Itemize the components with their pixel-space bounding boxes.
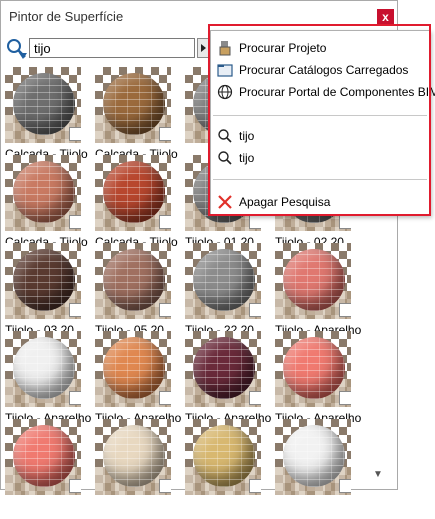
surface-thumbnail [95,243,171,319]
surface-thumbnail [185,243,261,319]
material-sphere [193,249,255,311]
material-sphere [103,337,165,399]
material-sphere [283,249,345,311]
material-sphere [13,425,75,487]
surface-tile[interactable] [185,419,271,519]
thumbnail-badge [69,479,81,493]
surface-thumbnail [5,155,81,231]
surface-thumbnail [5,419,81,495]
surface-tile[interactable]: Tijolo - 03 20 [5,243,91,343]
surface-thumbnail [95,155,171,231]
surface-tile[interactable]: Tijolo - Aparelho [5,331,91,431]
thumbnail-badge [159,215,171,229]
thumbnail-badge [159,303,171,317]
surface-tile[interactable]: Calçada - Tijolo [95,155,181,255]
surface-tile[interactable]: Tijolo - 22 20 [185,243,271,343]
thumbnail-badge [69,303,81,317]
material-sphere [193,337,255,399]
material-sphere [283,337,345,399]
thumbnail-badge [249,479,261,493]
surface-tile[interactable]: Tijolo - Aparelho [275,243,361,343]
surface-thumbnail [185,419,261,495]
material-sphere [193,425,255,487]
material-sphere [103,249,165,311]
thumbnail-badge [69,215,81,229]
thumbnail-badge [249,391,261,405]
surface-thumbnail [275,243,351,319]
search-filter-icon[interactable] [5,37,29,61]
material-sphere [103,73,165,135]
surface-thumbnail [5,331,81,407]
material-sphere [103,425,165,487]
thumbnail-badge [339,479,351,493]
material-sphere [13,161,75,223]
surface-thumbnail [275,331,351,407]
thumbnail-badge [339,215,351,229]
annotation-highlight-frame [208,24,431,216]
thumbnail-badge [159,391,171,405]
surface-tile[interactable] [275,419,361,519]
material-sphere [13,337,75,399]
window-title: Pintor de Superfície [9,9,124,24]
surface-tile[interactable]: Tijolo - Aparelho [95,331,181,431]
thumbnail-badge [249,215,261,229]
surface-tile[interactable]: Tijolo - Aparelho [185,331,271,431]
material-sphere [283,425,345,487]
surface-tile[interactable]: Calçada - Tijolo [95,67,181,167]
material-sphere [13,249,75,311]
surface-tile[interactable]: Tijolo - Aparelho [275,331,361,431]
surface-tile[interactable]: Calçada - Tijolo [5,155,91,255]
thumbnail-badge [339,303,351,317]
surface-thumbnail [185,331,261,407]
thumbnail-badge [159,127,171,141]
surface-thumbnail [275,419,351,495]
surface-tile[interactable]: Calçada - Tijolo [5,67,91,167]
surface-tile[interactable] [5,419,91,519]
thumbnail-badge [159,479,171,493]
surface-thumbnail [5,67,81,143]
surface-thumbnail [5,243,81,319]
surface-thumbnail [95,331,171,407]
material-sphere [13,73,75,135]
scroll-down-arrow-icon[interactable]: ▼ [373,469,383,480]
search-input[interactable] [29,38,195,58]
thumbnail-badge [69,391,81,405]
thumbnail-badge [249,303,261,317]
thumbnail-badge [69,127,81,141]
surface-tile[interactable]: Tijolo - 05 20 [95,243,181,343]
surface-tile[interactable] [95,419,181,519]
thumbnail-badge [339,391,351,405]
surface-thumbnail [95,67,171,143]
material-sphere [103,161,165,223]
surface-thumbnail [95,419,171,495]
